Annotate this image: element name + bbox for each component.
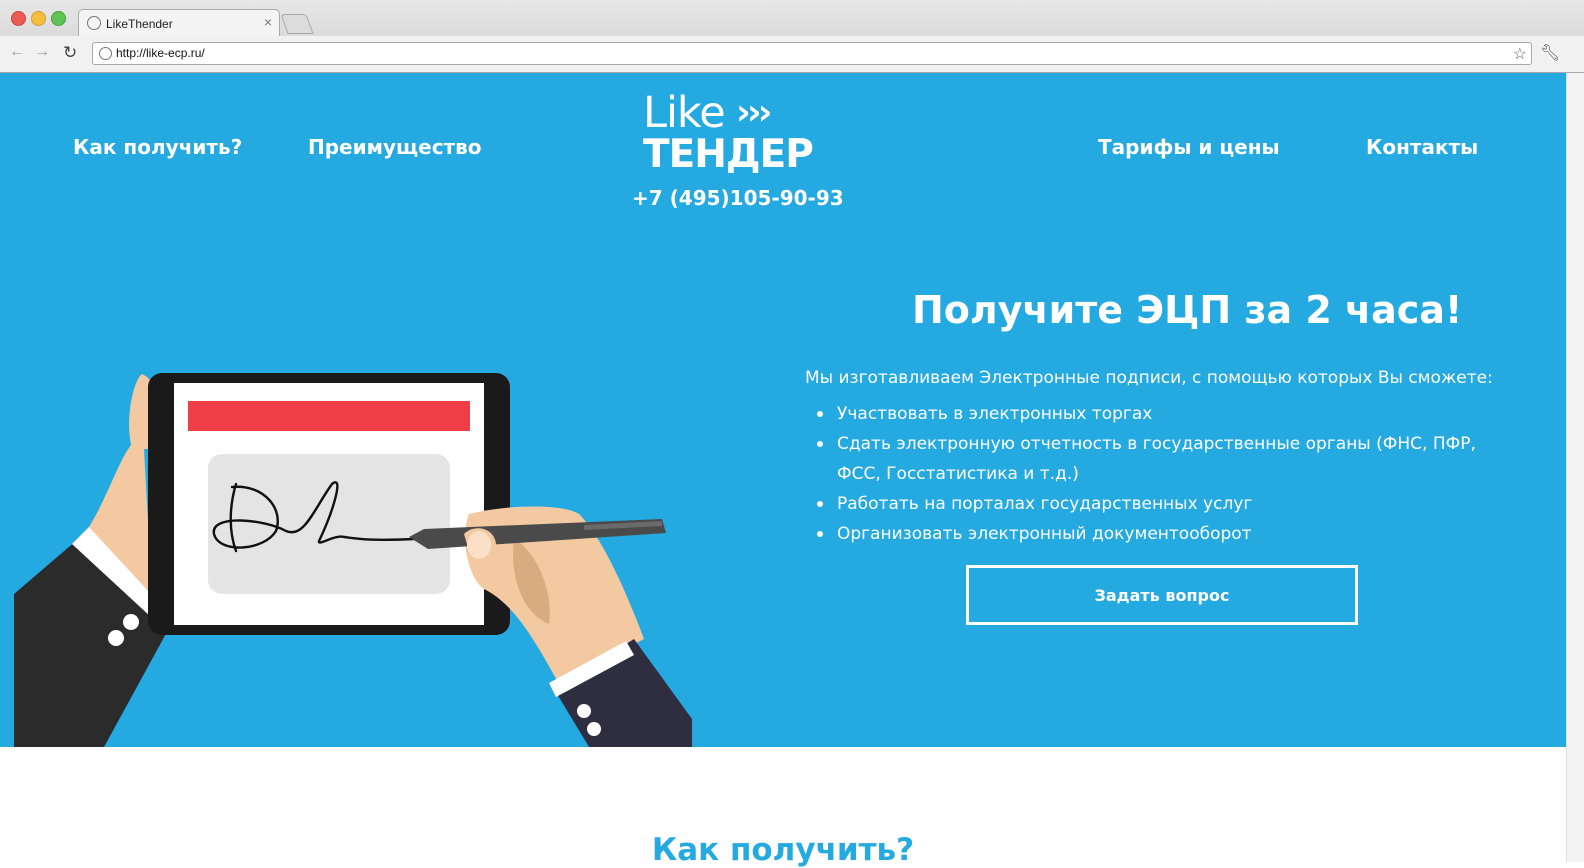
list-item: Работать на порталах государственных усл… bbox=[816, 489, 1516, 519]
nav-link-prices[interactable]: Тарифы и цены bbox=[1098, 135, 1280, 159]
list-item: Сдать электронную отчетность в государст… bbox=[816, 429, 1516, 489]
address-bar[interactable]: http://like-ecp.ru/ ☆ bbox=[92, 42, 1532, 65]
hero-intro: Мы изготавливаем Электронные подписи, с … bbox=[805, 368, 1493, 388]
hero-section: Как получить? Преимущество Like ››› ТЕНД… bbox=[0, 73, 1566, 747]
minimize-window-button[interactable] bbox=[31, 11, 46, 26]
site-logo[interactable]: Like ››› ТЕНДЕР bbox=[643, 88, 833, 183]
browser-chrome: LikeThender × ← → ↻ http://like-ecp.ru/ … bbox=[0, 0, 1584, 73]
logo-arrows: ››› bbox=[736, 92, 772, 133]
list-item: Участвовать в электронных торгах bbox=[816, 399, 1516, 429]
screen-header-bar bbox=[188, 401, 470, 431]
signature-pad bbox=[208, 454, 450, 594]
benefits-list: Участвовать в электронных торгах Сдать э… bbox=[816, 399, 1516, 549]
logo-like-text: Like bbox=[643, 88, 726, 138]
phone-number[interactable]: +7 (495)105-90-93 bbox=[632, 186, 844, 210]
forward-arrow-icon[interactable]: → bbox=[34, 43, 50, 61]
logo-tender-text: ТЕНДЕР bbox=[643, 132, 814, 177]
ask-question-button[interactable]: Задать вопрос bbox=[966, 565, 1358, 625]
nav-link-how-to-get[interactable]: Как получить? bbox=[73, 135, 242, 159]
browser-tab[interactable]: LikeThender × bbox=[78, 9, 280, 37]
page-scrollbar[interactable] bbox=[1566, 73, 1584, 862]
nav-link-advantage[interactable]: Преимущество bbox=[308, 135, 482, 159]
browser-toolbar: ← → ↻ http://like-ecp.ru/ ☆ 🔧︎ bbox=[0, 36, 1584, 72]
list-item: Организовать электронный документооборот bbox=[816, 519, 1516, 549]
tablet-signature-illustration bbox=[14, 373, 692, 747]
fingernail bbox=[467, 531, 491, 559]
left-button bbox=[123, 614, 139, 630]
star-icon[interactable]: ☆ bbox=[1513, 44, 1527, 64]
wrench-icon[interactable]: 🔧︎ bbox=[1540, 43, 1560, 63]
globe-icon bbox=[99, 47, 112, 60]
close-window-button[interactable] bbox=[11, 11, 26, 26]
left-button bbox=[108, 630, 124, 646]
right-button bbox=[587, 722, 601, 736]
zoom-window-button[interactable] bbox=[51, 11, 66, 26]
reload-icon[interactable]: ↻ bbox=[63, 43, 77, 63]
right-button bbox=[577, 704, 591, 718]
globe-icon bbox=[87, 16, 101, 30]
section-title: Как получить? bbox=[651, 831, 915, 868]
hero-heading: Получите ЭЦП за 2 часа! bbox=[912, 288, 1463, 333]
close-icon[interactable]: × bbox=[264, 14, 272, 30]
nav-link-contacts[interactable]: Контакты bbox=[1366, 135, 1478, 159]
new-tab-button[interactable] bbox=[280, 14, 314, 34]
url-text[interactable]: http://like-ecp.ru/ bbox=[116, 46, 205, 60]
tab-title: LikeThender bbox=[106, 17, 173, 31]
back-arrow-icon[interactable]: ← bbox=[9, 43, 25, 61]
